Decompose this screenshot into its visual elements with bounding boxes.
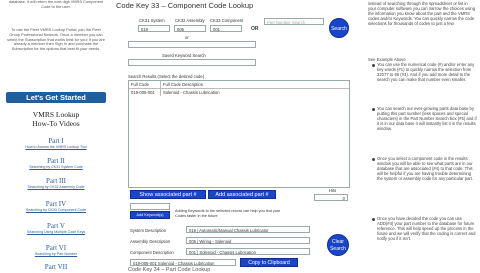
bullet-dot: [372, 218, 375, 221]
bullet-dot: [372, 64, 375, 67]
or-separator: OR: [251, 26, 259, 32]
video-part-6[interactable]: Part VI Searching by Part Number: [0, 244, 112, 257]
video-part-title[interactable]: Part VI: [0, 244, 112, 252]
video-part-5[interactable]: Part V Searching Using Multiple Code Key…: [0, 222, 112, 235]
keyword-search-input[interactable]: [128, 41, 256, 48]
next-section-title: Code Key 34 – Part Code Lookup: [128, 267, 211, 273]
ck31-input[interactable]: 019: [138, 25, 170, 32]
add-associated-part-button[interactable]: Add associated part #: [208, 190, 276, 199]
saved-keyword-label: Saved Keyword Search: [162, 53, 206, 58]
video-part-3[interactable]: Part III Searching by CK32 Assembly Code: [0, 177, 112, 190]
system-description-label: System Description: [130, 228, 167, 233]
clear-search-button[interactable]: Clear Search: [327, 234, 349, 256]
keyword-entry-input[interactable]: [130, 203, 170, 210]
hits-label: Hits: [329, 188, 337, 193]
lets-get-started-button[interactable]: Let's Get Started: [6, 92, 106, 103]
col-full-description: Full Code Description: [163, 82, 204, 87]
component-description-label: Component Description: [130, 250, 174, 255]
hits-value: 0: [314, 194, 348, 201]
component-description-field: 001 | Solenoid - Chassis Lubrication: [186, 248, 310, 255]
search-results-list[interactable]: Full Code Full Code Description 019-005-…: [128, 80, 350, 188]
video-part-link[interactable]: Searching by CK33 Component Code: [0, 208, 112, 213]
video-part-4[interactable]: Part IV Searching by CK33 Component Code: [0, 200, 112, 213]
video-part-title[interactable]: Part V: [0, 222, 112, 230]
ck33-input[interactable]: 001: [210, 25, 242, 32]
bullet-text: Once you have decided the code you can u…: [377, 216, 476, 241]
bullet-dot: [372, 158, 375, 161]
assembly-description-field: 005 | Wiring - Solenoid: [186, 237, 310, 244]
results-label: Search Results (Select the desired code): [128, 74, 205, 79]
col-full-code: Full Code: [129, 81, 161, 88]
clear-label: Clear: [332, 239, 344, 245]
assembly-description-label: Assembly Description: [130, 239, 171, 244]
search-button[interactable]: Search: [329, 18, 349, 38]
ck33-label: CK33 Component: [210, 18, 244, 23]
add-keywords-note: Adding Keywords to the selected record c…: [175, 209, 281, 218]
video-part-title[interactable]: Part I: [0, 137, 112, 145]
copy-text-field[interactable]: 019-005-001 Solenoid - Chassis Lubricati…: [130, 259, 236, 266]
result-row[interactable]: 019-005-001 Solenoid - Chassis Lubricati…: [129, 89, 349, 96]
result-description: Solenoid - Chassis Lubrication: [163, 90, 220, 95]
videos-heading: VMRS Lookup How-To Videos: [0, 110, 112, 128]
video-part-link[interactable]: How to Access the VMRS Lookup Tool: [0, 145, 112, 150]
add-keywords-button[interactable]: Add Keyword(s): [130, 211, 170, 219]
video-part-title[interactable]: Part IV: [0, 200, 112, 208]
right-intro-text: instead of searching through the spreads…: [368, 1, 476, 26]
or-text: or: [185, 35, 189, 40]
bullet-dot: [372, 108, 375, 111]
ck32-label: CK32 Assembly: [175, 18, 205, 23]
promo-text: To use the Fleet VMRS Lookup Portal, joi…: [7, 27, 105, 52]
bullet-text: You can use the numerical code (#) and/o…: [377, 62, 475, 82]
video-part-link[interactable]: Searching by CK32 Assembly Code: [0, 185, 112, 190]
bullet-text: Once you select a component code in the …: [377, 156, 474, 181]
bullet-text: You can search our ever-growing parts da…: [377, 106, 477, 131]
saved-keyword-select[interactable]: [128, 59, 256, 66]
video-part-2[interactable]: Part II Searching by CK31 System Code: [0, 157, 112, 170]
part-number-search-input[interactable]: Part Number Search: [264, 18, 324, 25]
ck32-input[interactable]: 005: [174, 25, 206, 32]
video-part-title[interactable]: Part III: [0, 177, 112, 185]
ck31-label: CK31 System: [139, 18, 165, 23]
show-associated-part-button[interactable]: Show associated part #: [130, 190, 206, 199]
video-part-link[interactable]: Searching by CK31 System Code: [0, 165, 112, 170]
result-code: 019-005-001: [129, 89, 161, 96]
results-header: Full Code Full Code Description: [129, 81, 349, 89]
video-part-link[interactable]: Searching Using Multiple Code Keys: [0, 230, 112, 235]
video-part-link[interactable]: Searching by Part Number: [0, 252, 112, 257]
video-part-title[interactable]: Part II: [0, 157, 112, 165]
copy-to-clipboard-button[interactable]: Copy to Clipboard: [240, 258, 298, 267]
system-description-field: 019 | Automatic/Manual Chassis Lubricato…: [186, 226, 310, 233]
video-part-1[interactable]: Part I How to Access the VMRS Lookup Too…: [0, 137, 112, 150]
right-info-column: instead of searching through the spreads…: [368, 0, 480, 270]
videos-heading-line-2: How-To Videos: [32, 118, 80, 128]
left-sidebar: database, it will return the cost digit …: [0, 0, 112, 271]
clear-label-2: Search: [330, 246, 346, 252]
intro-text: database, it will return the cost digit …: [8, 0, 104, 9]
